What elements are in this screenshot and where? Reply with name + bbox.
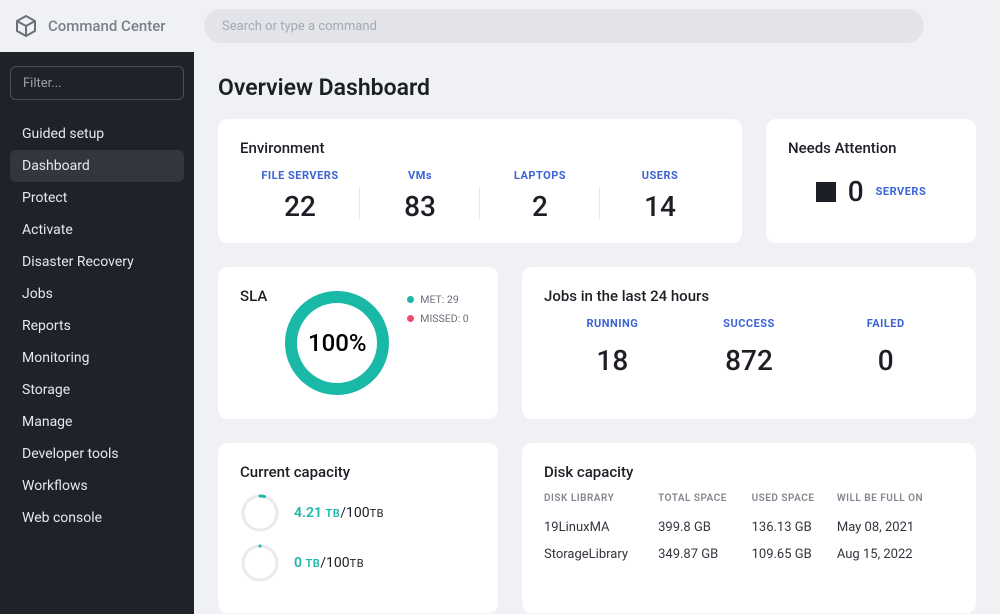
- sidebar-item-activate[interactable]: Activate: [10, 214, 184, 246]
- env-label: VMs: [360, 169, 480, 182]
- env-label: FILE SERVERS: [240, 169, 360, 182]
- filter-input[interactable]: [10, 66, 184, 100]
- table-header: WILL BE FULL ON: [837, 493, 954, 514]
- needs-attention-count: 0: [848, 175, 864, 208]
- sla-donut-chart: 100%: [281, 287, 393, 399]
- cube-icon: [14, 14, 38, 38]
- sidebar: Guided setupDashboardProtectActivateDisa…: [0, 52, 194, 614]
- sidebar-item-storage[interactable]: Storage: [10, 374, 184, 406]
- table-cell: 136.13 GB: [752, 514, 837, 541]
- disk-table: DISK LIBRARYTOTAL SPACEUSED SPACEWILL BE…: [544, 493, 954, 568]
- sidebar-item-disaster-recovery[interactable]: Disaster Recovery: [10, 246, 184, 278]
- table-cell: May 08, 2021: [837, 514, 954, 541]
- job-label: SUCCESS: [681, 317, 818, 330]
- sidebar-item-protect[interactable]: Protect: [10, 182, 184, 214]
- table-cell: 349.87 GB: [658, 541, 752, 568]
- table-cell: StorageLibrary: [544, 541, 658, 568]
- needs-attention-label: SERVERS: [876, 185, 927, 198]
- sidebar-item-manage[interactable]: Manage: [10, 406, 184, 438]
- capacity-ring-icon: [240, 493, 280, 533]
- jobs-title: Jobs in the last 24 hours: [544, 287, 954, 305]
- needs-attention-title: Needs Attention: [788, 139, 954, 157]
- table-cell: 109.65 GB: [752, 541, 837, 568]
- sla-legend: MET: 29 MISSED: 0: [407, 287, 468, 399]
- job-value: 872: [681, 344, 818, 377]
- jobs-card: Jobs in the last 24 hours RUNNING18SUCCE…: [522, 267, 976, 419]
- sidebar-item-reports[interactable]: Reports: [10, 310, 184, 342]
- capacity-row: 4.21 TB/100TB: [240, 493, 476, 533]
- table-header: TOTAL SPACE: [658, 493, 752, 514]
- dot-icon: [407, 296, 414, 303]
- env-stat[interactable]: USERS 14: [600, 169, 720, 223]
- job-value: 18: [544, 344, 681, 377]
- table-header: USED SPACE: [752, 493, 837, 514]
- job-stat[interactable]: SUCCESS 872: [681, 317, 818, 377]
- sidebar-item-guided-setup[interactable]: Guided setup: [10, 118, 184, 150]
- env-stat[interactable]: VMs 83: [360, 169, 480, 223]
- sidebar-item-jobs[interactable]: Jobs: [10, 278, 184, 310]
- capacity-text: 4.21 TB/100TB: [294, 505, 384, 521]
- main-content: Overview Dashboard Environment FILE SERV…: [194, 52, 1000, 614]
- sidebar-item-monitoring[interactable]: Monitoring: [10, 342, 184, 374]
- brand: Command Center: [14, 14, 194, 38]
- table-row[interactable]: 19LinuxMA399.8 GB136.13 GBMay 08, 2021: [544, 514, 954, 541]
- disk-capacity-card: Disk capacity DISK LIBRARYTOTAL SPACEUSE…: [522, 443, 976, 613]
- table-header: DISK LIBRARY: [544, 493, 658, 514]
- disk-capacity-title: Disk capacity: [544, 463, 954, 481]
- env-value: 22: [240, 190, 360, 223]
- search-wrap: [204, 9, 986, 43]
- job-label: RUNNING: [544, 317, 681, 330]
- job-value: 0: [817, 344, 954, 377]
- sidebar-item-web-console[interactable]: Web console: [10, 502, 184, 534]
- job-label: FAILED: [817, 317, 954, 330]
- current-capacity-title: Current capacity: [240, 463, 476, 481]
- capacity-text: 0 TB/100TB: [294, 555, 364, 571]
- app-name: Command Center: [48, 17, 166, 35]
- topbar: Command Center: [0, 0, 1000, 52]
- env-value: 14: [600, 190, 720, 223]
- dot-icon: [407, 315, 414, 322]
- status-square-icon: [816, 182, 836, 202]
- environment-title: Environment: [240, 139, 720, 157]
- legend-met: MET: 29: [420, 293, 458, 306]
- job-stat[interactable]: RUNNING 18: [544, 317, 681, 377]
- env-value: 2: [480, 190, 600, 223]
- env-label: USERS: [600, 169, 720, 182]
- sla-card: SLA 100% MET: 29 MISSED: 0: [218, 267, 498, 419]
- page-title: Overview Dashboard: [218, 74, 976, 101]
- needs-attention-card: Needs Attention 0 SERVERS: [766, 119, 976, 243]
- sla-title: SLA: [240, 287, 267, 399]
- capacity-ring-icon: [240, 543, 280, 583]
- legend-missed: MISSED: 0: [420, 312, 468, 325]
- sidebar-item-workflows[interactable]: Workflows: [10, 470, 184, 502]
- env-value: 83: [360, 190, 480, 223]
- table-cell: 19LinuxMA: [544, 514, 658, 541]
- capacity-row: 0 TB/100TB: [240, 543, 476, 583]
- sidebar-item-developer-tools[interactable]: Developer tools: [10, 438, 184, 470]
- env-stat[interactable]: LAPTOPS 2: [480, 169, 600, 223]
- current-capacity-card: Current capacity 4.21 TB/100TB 0 TB/100TB: [218, 443, 498, 613]
- table-cell: 399.8 GB: [658, 514, 752, 541]
- table-row[interactable]: StorageLibrary349.87 GB109.65 GBAug 15, …: [544, 541, 954, 568]
- sidebar-item-dashboard[interactable]: Dashboard: [10, 150, 184, 182]
- env-label: LAPTOPS: [480, 169, 600, 182]
- table-cell: Aug 15, 2022: [837, 541, 954, 568]
- environment-card: Environment FILE SERVERS 22VMs 83LAPTOPS 2U…: [218, 119, 742, 243]
- env-stat[interactable]: FILE SERVERS 22: [240, 169, 360, 223]
- sla-percent: 100%: [281, 287, 393, 399]
- job-stat[interactable]: FAILED 0: [817, 317, 954, 377]
- search-input[interactable]: [204, 9, 924, 43]
